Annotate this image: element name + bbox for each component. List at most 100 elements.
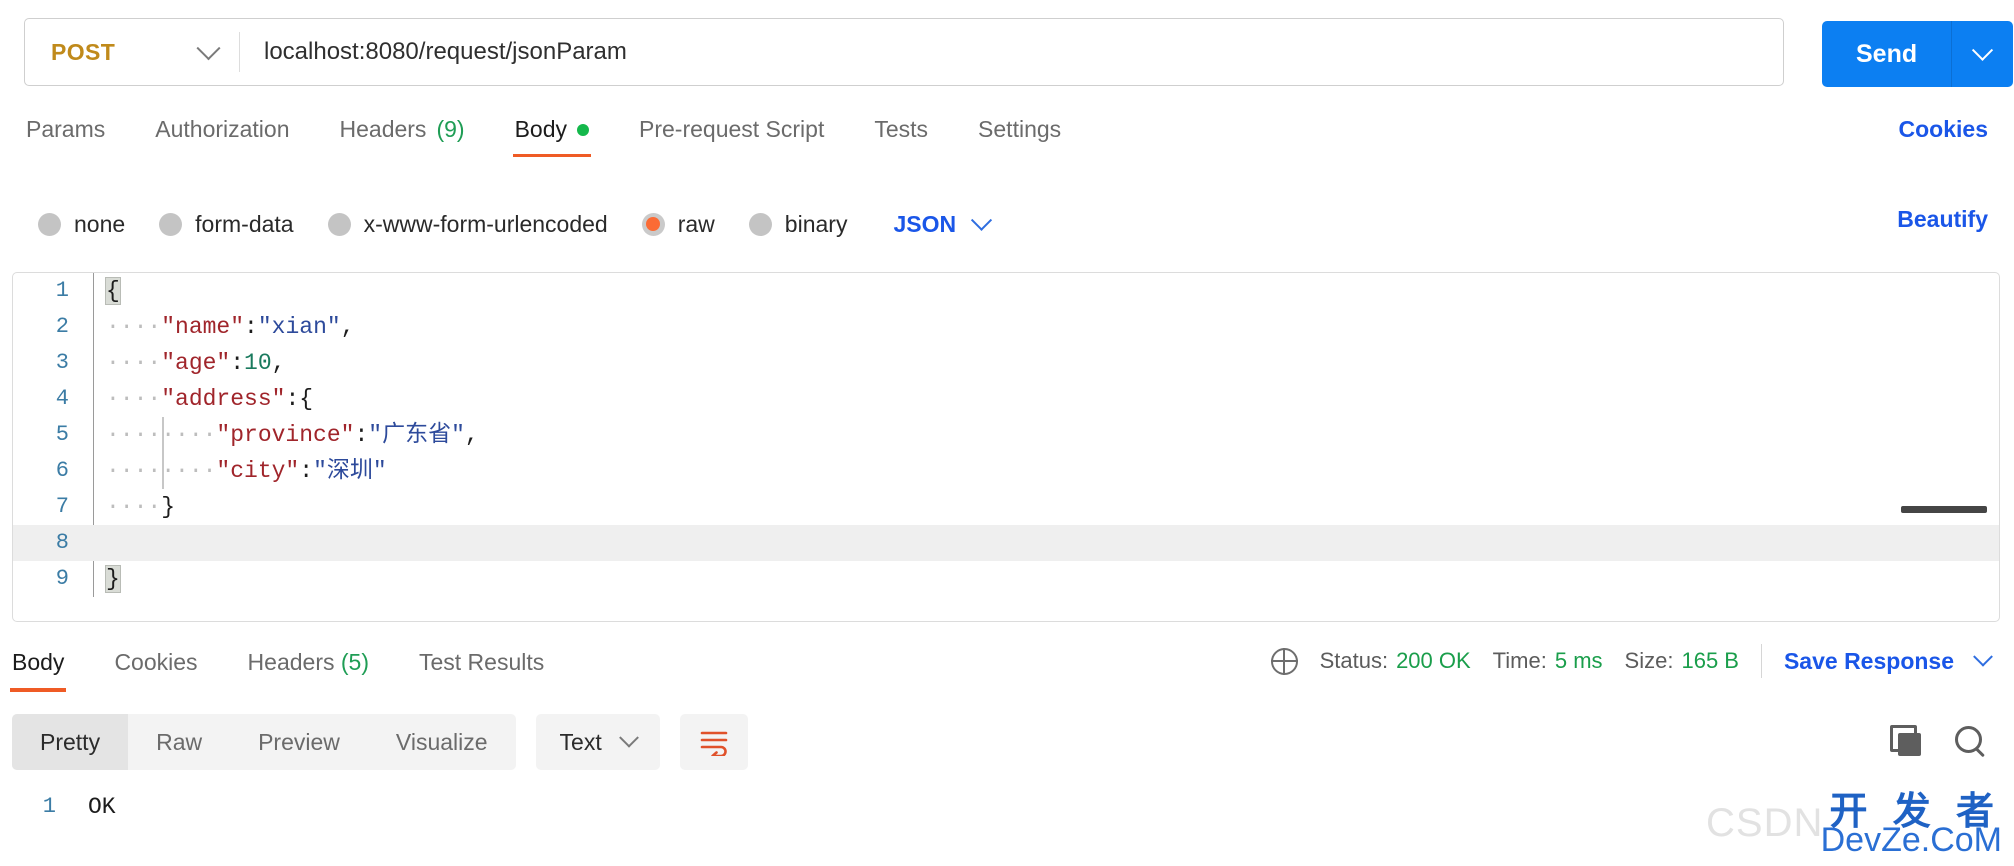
http-method-dropdown[interactable]: POST [25, 19, 239, 85]
line-content: ········"city":"深圳" [93, 453, 1999, 489]
editor-horizontal-scrollbar[interactable] [1901, 506, 1987, 513]
line-number: 1 [42, 794, 56, 819]
line-number: 6 [55, 458, 69, 483]
send-options-dropdown[interactable] [1951, 21, 2014, 87]
body-type-raw[interactable]: raw [641, 210, 715, 238]
copy-icon[interactable] [1890, 725, 1922, 757]
token-key: "age" [161, 350, 231, 376]
status-value: 200 OK [1396, 648, 1471, 673]
chevron-down-icon [970, 209, 993, 231]
url-box: POST [24, 18, 1784, 86]
request-tab-tests[interactable]: Tests [872, 112, 930, 157]
wrap-text-button[interactable] [679, 714, 748, 770]
line-content: ········"province":"广东省", [93, 417, 1999, 453]
cookies-link[interactable]: Cookies [1899, 116, 1988, 143]
request-tab-settings[interactable]: Settings [976, 112, 1063, 157]
view-mode-visualize[interactable]: Visualize [368, 714, 516, 770]
tab-label: Settings [978, 116, 1062, 142]
line-number: 9 [55, 566, 69, 591]
editor-line[interactable]: 4 ····"address":{ [13, 381, 1999, 417]
radio-icon [748, 212, 772, 236]
request-tab-pre-request-script[interactable]: Pre-request Script [637, 112, 826, 157]
radio-icon [159, 212, 183, 236]
response-tab-test-results[interactable]: Test Results [417, 643, 546, 692]
editor-line[interactable]: 8 [13, 525, 1999, 561]
response-body-viewer[interactable]: 1 OK [0, 790, 2014, 866]
content-type-dropdown[interactable]: Text [535, 714, 660, 770]
body-type-none[interactable]: none [38, 211, 125, 238]
search-icon[interactable] [1954, 725, 1986, 757]
line-content: ····} [93, 489, 1999, 525]
body-type-label: raw [677, 210, 715, 237]
beautify-link[interactable]: Beautify [1897, 206, 1988, 233]
globe-icon [1270, 647, 1298, 675]
content-type-label: Text [559, 728, 602, 755]
request-body-editor[interactable]: 1{2 ····"name":"xian", 3 ····"age":10, 4 ····… [12, 272, 2000, 622]
view-mode-raw[interactable]: Raw [128, 714, 230, 770]
token-ws: ···· [106, 314, 162, 340]
line-content [93, 525, 1999, 561]
request-tab-params[interactable]: Params [24, 112, 107, 157]
line-number: 4 [55, 386, 69, 411]
editor-line[interactable]: 3 ····"age":10, [13, 345, 1999, 381]
size-value: 165 B [1681, 648, 1739, 673]
request-url-input[interactable] [240, 19, 1783, 85]
radio-icon [327, 212, 351, 236]
token-punct: { [299, 386, 314, 412]
body-type-label: none [74, 210, 126, 237]
response-view-toolbar: Pretty Raw Preview Visualize Text [12, 714, 748, 770]
line-content: ····"address":{ [93, 381, 1999, 417]
status-label: Status: [1319, 648, 1389, 673]
request-tabs: Params Authorization Headers (9) Body Pre-req… [0, 112, 2014, 170]
line-number: 1 [55, 278, 69, 303]
send-button-group: Send [1822, 21, 2014, 87]
save-response-button[interactable]: Save Response [1784, 648, 1954, 675]
body-type-label: form-data [195, 210, 294, 237]
token-ws: ···· [106, 386, 162, 412]
raw-format-dropdown[interactable]: JSON [893, 209, 993, 238]
request-tab-body[interactable]: Body [512, 112, 592, 157]
token-punct: , [271, 350, 286, 376]
tab-label: Authorization [155, 116, 290, 142]
tab-label: Pre-request Script [639, 116, 825, 142]
editor-line[interactable]: 2 ····"name":"xian", [13, 309, 1999, 345]
line-content: ····"name":"xian", [93, 309, 1999, 345]
editor-line[interactable]: 5 ········"province":"广东省", [13, 417, 1999, 453]
response-line: 1 OK [0, 790, 2014, 824]
divider [1760, 644, 1762, 678]
chevron-down-icon [196, 35, 221, 60]
body-type-form-data[interactable]: form-data [159, 210, 294, 238]
line-number: 7 [55, 494, 69, 519]
token-punct: : [354, 422, 369, 448]
editor-line[interactable]: 7 ····} [13, 489, 1999, 525]
size-label: Size: [1624, 648, 1674, 673]
request-tab-authorization[interactable]: Authorization [153, 112, 291, 157]
token-key: "city" [216, 458, 300, 484]
send-button[interactable]: Send [1822, 21, 1952, 87]
line-content: OK [88, 794, 116, 820]
response-action-icons [1890, 725, 1986, 757]
token-key: "province" [216, 422, 355, 448]
tab-label: Test Results [418, 648, 545, 675]
line-number: 5 [55, 422, 69, 447]
editor-line[interactable]: 9} [13, 561, 1999, 597]
response-tab-headers[interactable]: Headers (5) [246, 643, 371, 692]
body-type-x-www-form-urlencoded[interactable]: x-www-form-urlencoded [327, 211, 608, 238]
time-value: 5 ms [1554, 648, 1603, 673]
token-key: "address" [161, 386, 286, 412]
token-str: "深圳" [313, 458, 387, 484]
chevron-down-icon[interactable] [1973, 646, 1993, 667]
response-tab-cookies[interactable]: Cookies [112, 643, 199, 692]
token-str: "广东省" [368, 422, 465, 448]
token-str: "xian" [257, 314, 341, 340]
response-tab-body[interactable]: Body [10, 643, 67, 692]
http-method-label: POST [51, 38, 116, 65]
request-tab-headers[interactable]: Headers (9) [338, 112, 467, 157]
editor-line[interactable]: 1{ [13, 273, 1999, 309]
view-mode-pretty[interactable]: Pretty [12, 714, 129, 770]
chevron-down-icon [1972, 39, 1994, 61]
view-mode-preview[interactable]: Preview [230, 714, 368, 770]
body-type-binary[interactable]: binary [748, 211, 847, 238]
editor-line[interactable]: 6 ········"city":"深圳" [13, 453, 1999, 489]
token-punct: : [230, 350, 245, 376]
